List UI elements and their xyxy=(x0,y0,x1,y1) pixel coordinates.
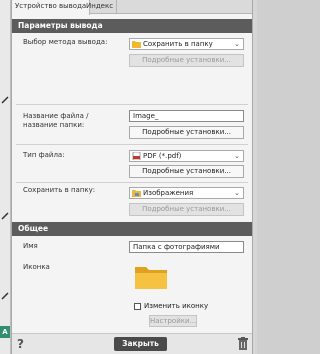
tab-bar: Устройство вывода Индекс xyxy=(12,0,252,15)
chevron-down-icon: ⌄ xyxy=(234,40,240,48)
pen-icon xyxy=(1,212,9,220)
close-button[interactable]: Закрыть xyxy=(114,337,167,351)
trash-icon[interactable] xyxy=(238,337,248,350)
filename-input[interactable]: Image_ xyxy=(129,110,244,122)
folder-icon xyxy=(132,41,141,48)
savefolder-label: Сохранить в папку: xyxy=(23,186,96,194)
filename-settings-button[interactable]: Подробные установки... xyxy=(129,126,244,139)
output-method-settings-button[interactable]: Подробные установки... xyxy=(129,54,244,67)
filetype-value: PDF (*.pdf) xyxy=(143,152,182,160)
scrollbar[interactable] xyxy=(253,0,257,354)
filetype-settings-button[interactable]: Подробные установки... xyxy=(129,165,244,178)
output-method-dropdown[interactable]: Сохранить в папку ⌄ xyxy=(129,38,244,50)
change-icon-label: Изменить иконку xyxy=(144,302,209,310)
name-label: Имя xyxy=(23,242,38,250)
filetype-dropdown[interactable]: PDF (*.pdf) ⌄ xyxy=(129,150,244,162)
chevron-down-icon: ⌄ xyxy=(234,189,240,197)
section-header-output: Параметры вывода xyxy=(12,19,252,33)
icon-settings-button[interactable]: Настройки... xyxy=(149,315,197,327)
help-icon[interactable]: ? xyxy=(17,337,24,351)
savefolder-dropdown[interactable]: Изображения ⌄ xyxy=(129,187,244,199)
footer: ? Закрыть xyxy=(12,333,252,354)
tab-index[interactable]: Индекс xyxy=(83,0,118,14)
section-header-general: Общее xyxy=(12,222,252,236)
settings-panel: Устройство вывода Индекс Параметры вывод… xyxy=(11,0,253,354)
chevron-down-icon: ⌄ xyxy=(234,152,240,160)
folder-icon[interactable] xyxy=(134,264,168,290)
divider xyxy=(16,144,248,145)
savefolder-value: Изображения xyxy=(143,189,194,197)
pdf-file-icon xyxy=(132,152,141,160)
background-window-strip: A xyxy=(0,0,11,354)
output-method-value: Сохранить в папку xyxy=(143,40,213,48)
change-icon-checkbox[interactable] xyxy=(134,303,141,310)
filename-label: Название файла / название папки: xyxy=(23,112,89,129)
pictures-folder-icon xyxy=(132,190,141,197)
divider xyxy=(16,182,248,183)
icon-label: Иконка xyxy=(23,263,50,271)
divider xyxy=(16,104,248,105)
name-input[interactable]: Папка с фотографиями xyxy=(129,241,244,253)
pen-icon xyxy=(1,96,9,104)
output-method-label: Выбор метода вывода: xyxy=(23,38,108,46)
filetype-label: Тип файла: xyxy=(23,151,65,159)
savefolder-settings-button[interactable]: Подробные установки... xyxy=(129,203,244,216)
tab-output-device[interactable]: Устройство вывода xyxy=(12,0,91,15)
pen-icon xyxy=(1,292,9,300)
strip-badge: A xyxy=(0,326,10,338)
